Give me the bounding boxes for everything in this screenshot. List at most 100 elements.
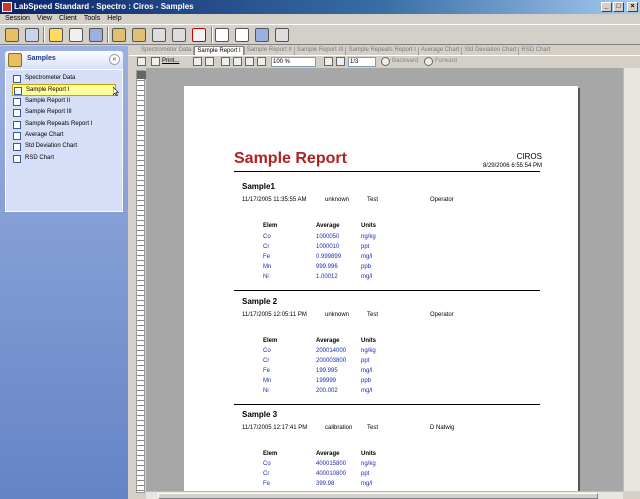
maximize-button[interactable]: □ — [613, 2, 624, 12]
print-button[interactable] — [150, 26, 168, 44]
table-icon — [49, 28, 63, 42]
minimize-button[interactable]: _ — [601, 2, 612, 12]
view-data-button[interactable] — [23, 26, 41, 44]
page-number-input[interactable]: 1/3 — [348, 57, 376, 67]
report-toolbar: Print... 100 % 1/3 Backward Forward — [129, 56, 640, 68]
sidebar-item-sample-report-2[interactable]: Sample Report II — [12, 96, 116, 107]
import-button[interactable] — [130, 26, 148, 44]
backward-button[interactable]: Backward — [392, 58, 418, 64]
multi-page-icon[interactable] — [233, 57, 242, 66]
export-button[interactable] — [110, 26, 128, 44]
prev-page-icon[interactable] — [324, 57, 333, 66]
printer-icon[interactable] — [151, 57, 160, 66]
samples-icon — [8, 53, 22, 67]
report-datetime: 8/29/2006 6:55:54 PM — [482, 163, 542, 169]
sample-type: unknown — [325, 312, 350, 318]
sidebar-title: Samples — [27, 55, 56, 62]
vertical-scrollbar[interactable] — [623, 68, 640, 491]
divider — [234, 290, 540, 291]
list-icon — [215, 28, 229, 42]
sidebar-item-rsd-chart[interactable]: RSD Chart — [12, 153, 116, 164]
tab-sample-report-3[interactable]: Sample Report III — [295, 46, 346, 55]
layout-icon — [89, 28, 103, 42]
tab-average-chart[interactable]: Average Chart — [419, 46, 462, 55]
column-header-elem: Elem — [263, 338, 278, 344]
menu-client[interactable]: Client — [59, 14, 77, 24]
sidebar-item-label: Spectrometer Data — [25, 75, 76, 81]
page-setup-icon[interactable] — [137, 57, 146, 66]
table-row: Fe 399.98 mg/l — [263, 481, 373, 487]
connect-button[interactable] — [3, 26, 21, 44]
print-button[interactable]: Print... — [162, 58, 179, 64]
scrollbar-thumb[interactable] — [158, 493, 598, 499]
table-row: Fe 199.995 mg/l — [263, 368, 373, 374]
zoom-select[interactable]: 100 % — [271, 57, 316, 67]
forward-arrow-icon[interactable] — [424, 57, 433, 66]
menu-view[interactable]: View — [37, 14, 52, 24]
main-toolbar — [0, 24, 640, 45]
column-header-average: Average — [316, 338, 340, 344]
plug-icon — [5, 28, 19, 42]
tab-spectrometer-data[interactable]: Spectrometer Data — [139, 46, 193, 55]
copy-icon[interactable] — [193, 57, 202, 66]
report-button[interactable] — [67, 26, 85, 44]
tab-std-deviation-chart[interactable]: Std Deviation Chart — [462, 46, 518, 55]
table-row: Cr 200003800 ppt — [263, 358, 370, 364]
forward-button[interactable]: Forward — [435, 58, 457, 64]
next-page-icon[interactable] — [336, 57, 345, 66]
menu-bar: Session View Client Tools Help — [0, 14, 640, 24]
sidebar-item-sample-report-3[interactable]: Sample Report III — [12, 107, 116, 118]
app-icon — [2, 2, 12, 12]
sidebar-item-average-chart[interactable]: Average Chart — [12, 130, 116, 141]
table-icon — [13, 75, 21, 83]
sidebar-item-label: Sample Repeats Report I — [25, 120, 93, 127]
wrench-icon — [275, 28, 289, 42]
tools-button[interactable] — [273, 26, 291, 44]
tab-strip: Spectrometer Data Sample Report I Sample… — [129, 46, 640, 56]
menu-help[interactable]: Help — [107, 14, 121, 24]
sidebar-item-sample-repeats-report-1[interactable]: Sample Repeats Report I — [12, 119, 116, 130]
menu-session[interactable]: Session — [5, 14, 30, 24]
sample-name: Sample1 — [242, 182, 275, 191]
table-row: Cr 400010800 ppt — [263, 471, 370, 477]
tab-sample-report-2[interactable]: Sample Report II — [245, 46, 294, 55]
refresh-button[interactable] — [170, 26, 188, 44]
zoom-out-icon[interactable] — [245, 57, 254, 66]
report-company: CIROS — [516, 152, 542, 161]
grid-view-button[interactable] — [253, 26, 271, 44]
sidebar-header[interactable]: Samples « — [5, 51, 123, 69]
column-header-average: Average — [316, 223, 340, 229]
delete-icon — [192, 28, 206, 42]
table-button[interactable] — [47, 26, 65, 44]
zoom-in-icon[interactable] — [257, 57, 266, 66]
delete-button[interactable] — [190, 26, 208, 44]
chart-icon — [13, 143, 21, 152]
tab-sample-repeats-report-1[interactable]: Sample Repeats Report I — [346, 46, 417, 55]
sidebar-item-std-deviation-chart[interactable]: Std Deviation Chart — [12, 141, 116, 152]
layout-button[interactable] — [87, 26, 105, 44]
column-header-elem: Elem — [263, 223, 278, 229]
sidebar-item-spectrometer-data[interactable]: Spectrometer Data — [12, 73, 116, 84]
tab-sample-report-1[interactable]: Sample Report I — [194, 46, 244, 55]
grid-icon — [255, 28, 269, 42]
close-button[interactable]: × — [627, 2, 638, 12]
back-arrow-icon[interactable] — [381, 57, 390, 66]
report-viewport[interactable]: Sample Report CIROS 8/29/2006 6:55:54 PM… — [146, 68, 640, 491]
export-icon — [112, 28, 126, 42]
content-area: Spectrometer Data Sample Report I Sample… — [129, 46, 640, 499]
find-icon[interactable] — [205, 57, 214, 66]
sidebar-item-sample-report-1[interactable]: Sample Report I — [12, 84, 116, 96]
table-icon — [13, 97, 21, 106]
collapse-icon[interactable]: « — [109, 54, 120, 65]
sample-operator: Operator — [430, 312, 454, 318]
sample-datetime: 11/17/2005 11:35:55 AM — [242, 197, 307, 203]
menu-tools[interactable]: Tools — [84, 14, 100, 24]
table-row: Ni 1.00012 mg/l — [263, 274, 373, 280]
horizontal-scrollbar[interactable] — [146, 491, 623, 499]
report-icon — [69, 28, 83, 42]
list-view-button[interactable] — [213, 26, 231, 44]
sidebar: Samples « Spectrometer Data Sample Repor… — [0, 46, 128, 499]
single-page-icon[interactable] — [221, 57, 230, 66]
tab-rsd-chart[interactable]: RSD Chart — [519, 46, 552, 55]
chart-view-button[interactable] — [233, 26, 251, 44]
